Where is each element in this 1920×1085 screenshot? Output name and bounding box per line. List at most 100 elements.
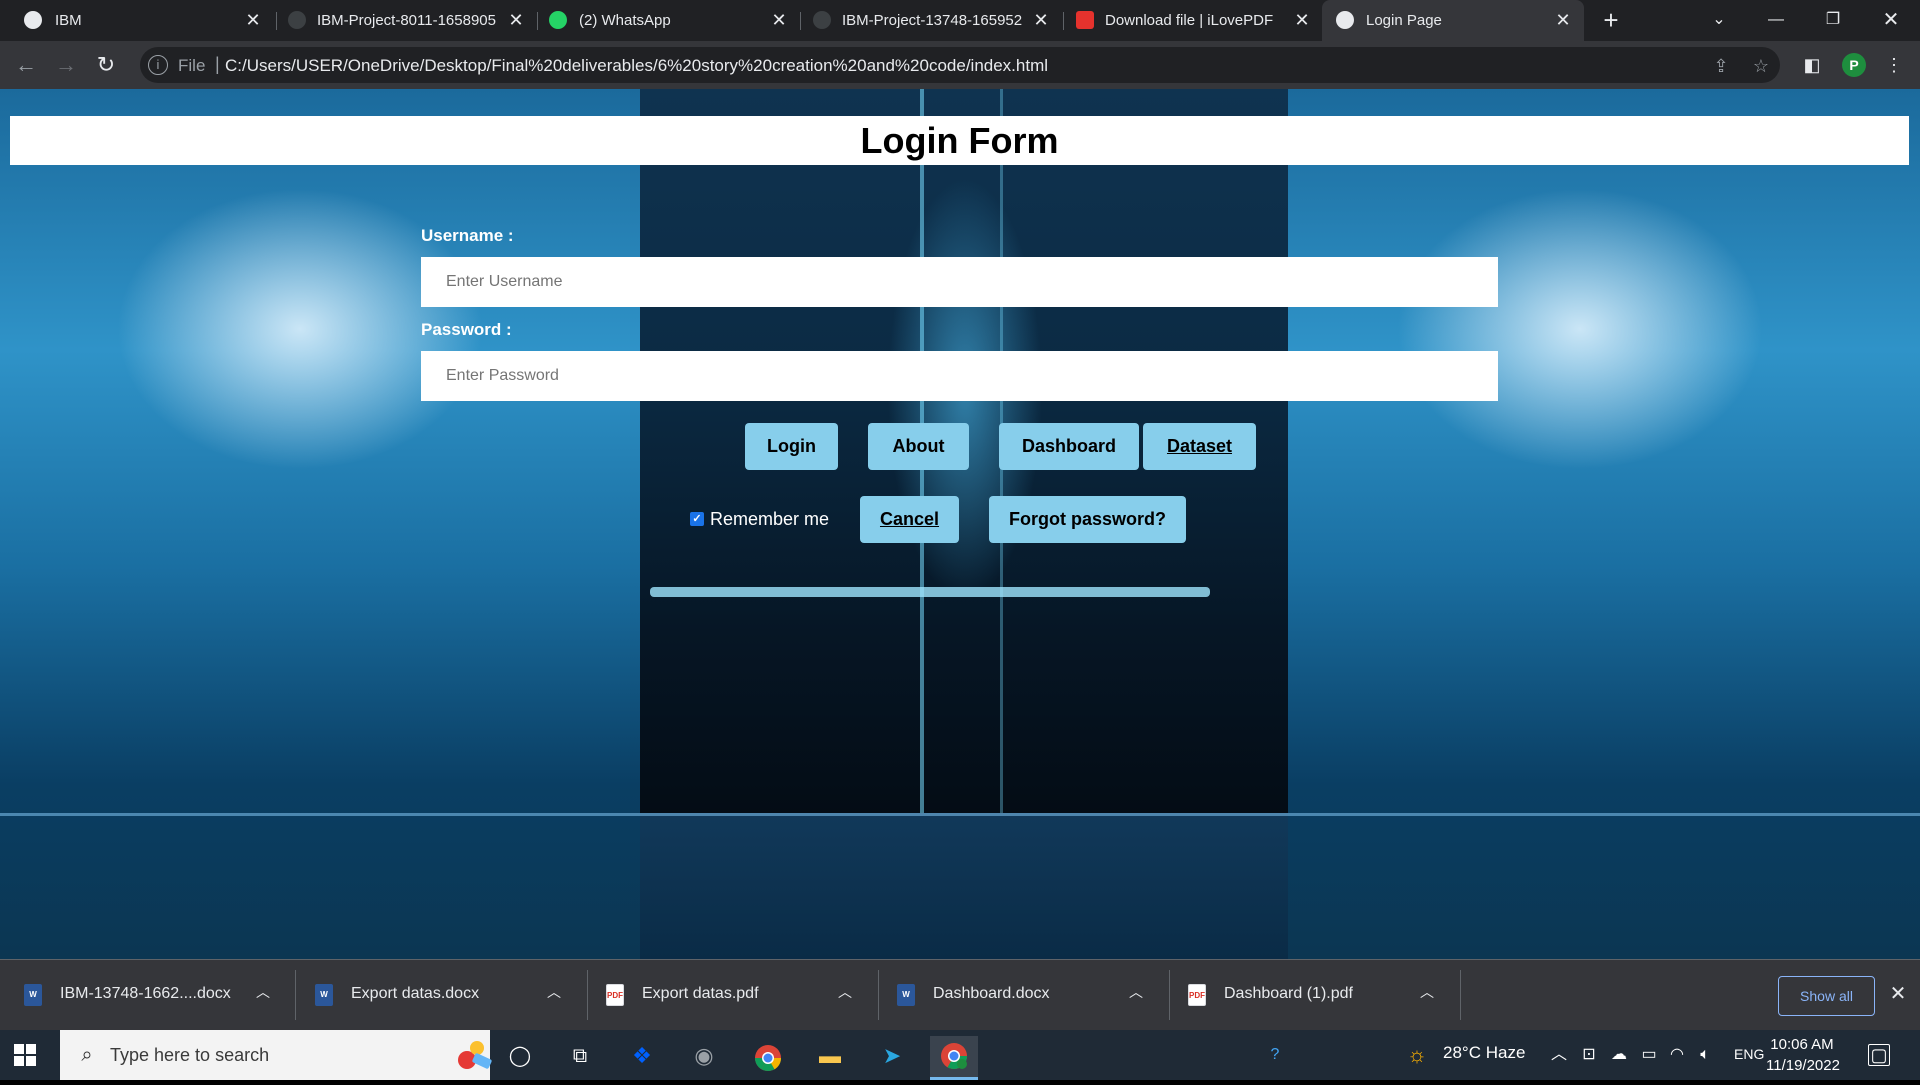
windows-start-icon[interactable] — [14, 1044, 36, 1066]
download-item[interactable]: W IBM-13748-1662....docx ︿ — [0, 960, 290, 1030]
tab-login-page[interactable]: Login Page ✕ — [1322, 0, 1584, 41]
camera-icon[interactable]: ◉ — [680, 1036, 728, 1080]
cancel-button[interactable]: Cancel — [860, 496, 959, 543]
close-icon[interactable]: ✕ — [769, 10, 789, 30]
username-input[interactable] — [421, 257, 1498, 307]
omnibox-divider: | — [215, 54, 220, 74]
battery-icon[interactable]: ▭ — [1638, 1044, 1660, 1066]
dataset-button[interactable]: Dataset — [1143, 423, 1256, 470]
pdf-icon: PDF — [606, 984, 624, 1006]
tab-separator — [537, 12, 538, 30]
profile-avatar[interactable]: P — [1842, 53, 1866, 77]
menu-icon[interactable]: ⋮ — [1882, 53, 1906, 77]
new-tab-button[interactable]: + — [1598, 7, 1624, 34]
bookmark-star-icon[interactable]: ☆ — [1750, 55, 1772, 77]
background-decoration — [0, 813, 1920, 816]
wifi-icon[interactable]: ◠ — [1666, 1044, 1688, 1066]
tab-ilovepdf[interactable]: Download file | iLovePDF ✕ — [1068, 0, 1320, 41]
tab-separator — [276, 12, 277, 30]
tab-search-icon[interactable]: ⌄ — [1699, 6, 1739, 34]
page-viewport: Login Form Username : Password : Login A… — [0, 89, 1920, 959]
chevron-up-icon[interactable]: ︿ — [838, 982, 852, 1002]
download-item[interactable]: PDF Export datas.pdf ︿ — [582, 960, 872, 1030]
reload-icon[interactable]: ↻ — [90, 49, 122, 81]
minimize-button[interactable]: — — [1756, 6, 1796, 34]
chevron-up-icon[interactable]: ︿ — [1548, 1044, 1570, 1066]
background-image-repeat — [640, 813, 1288, 959]
word-doc-icon: W — [897, 984, 915, 1006]
tab-title: Login Page — [1366, 12, 1442, 29]
close-icon[interactable]: ✕ — [243, 10, 263, 30]
close-icon[interactable]: ✕ — [1886, 982, 1910, 1006]
dropbox-icon[interactable]: ❖ — [618, 1036, 666, 1080]
remember-checkbox[interactable]: ✓ — [690, 512, 704, 526]
download-name: IBM-13748-1662....docx — [60, 985, 231, 1002]
weather-haze-icon: ☼ — [1406, 1042, 1428, 1067]
close-icon[interactable]: ✕ — [1292, 10, 1312, 30]
task-view-icon[interactable]: ⧉ — [556, 1036, 604, 1080]
weather-text[interactable]: 28°C Haze — [1443, 1043, 1525, 1063]
forward-icon[interactable]: → — [50, 49, 82, 81]
pdf-icon: PDF — [1188, 984, 1206, 1006]
telegram-icon[interactable]: ➤ — [868, 1036, 916, 1080]
chevron-up-icon[interactable]: ︿ — [547, 982, 561, 1002]
chrome-icon[interactable] — [744, 1036, 792, 1080]
chrome-profile-icon[interactable] — [930, 1036, 978, 1080]
download-shelf: W IBM-13748-1662....docx ︿ W Export data… — [0, 959, 1920, 1030]
language-indicator[interactable]: ENG — [1734, 1046, 1764, 1062]
whatsapp-icon — [549, 11, 567, 29]
remember-me[interactable]: ✓ Remember me — [690, 507, 829, 531]
tab-title: (2) WhatsApp — [579, 12, 671, 29]
download-item[interactable]: W Dashboard.docx ︿ — [873, 960, 1163, 1030]
side-panel-icon[interactable]: ◧ — [1800, 53, 1824, 77]
close-icon[interactable]: ✕ — [506, 10, 526, 30]
tab-separator — [1063, 12, 1064, 30]
share-icon[interactable]: ⇪ — [1710, 55, 1732, 77]
download-name: Dashboard.docx — [933, 985, 1050, 1002]
windows-taskbar: ⌕ Type here to search ◯ ⧉ ❖ ◉ ▬ ➤ ? ☼ 28… — [0, 1030, 1920, 1080]
download-item[interactable]: PDF Dashboard (1).pdf ︿ — [1164, 960, 1454, 1030]
tab-separator — [800, 12, 801, 30]
tab-title: IBM-Project-8011-1658905 — [317, 12, 496, 29]
chevron-up-icon[interactable]: ︿ — [1129, 982, 1143, 1002]
cortana-icon[interactable]: ◯ — [496, 1036, 544, 1080]
url-text[interactable]: C:/Users/USER/OneDrive/Desktop/Final%20d… — [225, 56, 1048, 76]
taskbar-search[interactable]: ⌕ Type here to search — [60, 1030, 492, 1080]
close-icon[interactable]: ✕ — [1553, 10, 1573, 30]
page-title: Login Form — [860, 120, 1059, 161]
clock-time: 10:06 AM — [1770, 1036, 1834, 1053]
info-icon[interactable]: i — [148, 55, 168, 75]
remember-label: Remember me — [710, 508, 830, 529]
about-button[interactable]: About — [868, 423, 969, 470]
github-icon — [288, 11, 306, 29]
dashboard-button[interactable]: Dashboard — [999, 423, 1139, 470]
close-window-button[interactable]: ✕ — [1871, 6, 1911, 34]
onedrive-icon[interactable]: ☁ — [1608, 1044, 1630, 1066]
download-name: Export datas.docx — [351, 985, 480, 1002]
back-icon[interactable]: ← — [10, 49, 42, 81]
tab-ibm-project-8011[interactable]: IBM-Project-8011-1658905 ✕ — [280, 0, 535, 41]
password-input[interactable] — [421, 351, 1498, 401]
chevron-up-icon[interactable]: ︿ — [256, 982, 270, 1002]
login-button[interactable]: Login — [745, 423, 838, 470]
clock[interactable]: 10:06 AM 11/19/2022 — [1766, 1034, 1840, 1076]
tab-ibm-project-13748[interactable]: IBM-Project-13748-165952 ✕ — [805, 0, 1065, 41]
volume-icon[interactable]: 🔈︎ — [1694, 1044, 1716, 1066]
search-icon: ⌕ — [81, 1044, 93, 1066]
address-bar[interactable]: i File | C:/Users/USER/OneDrive/Desktop/… — [140, 47, 1780, 83]
tab-ibm[interactable]: IBM ✕ — [0, 0, 270, 41]
help-icon[interactable]: ? — [1264, 1044, 1286, 1066]
tab-whatsapp[interactable]: (2) WhatsApp ✕ — [540, 0, 800, 41]
close-icon[interactable]: ✕ — [1031, 10, 1051, 30]
file-explorer-icon[interactable]: ▬ — [806, 1036, 854, 1080]
chevron-up-icon[interactable]: ︿ — [1420, 982, 1434, 1002]
forgot-password-button[interactable]: Forgot password? — [989, 496, 1186, 543]
notifications-icon[interactable]: ▢ — [1868, 1044, 1890, 1066]
show-all-button[interactable]: Show all — [1778, 976, 1875, 1016]
download-item[interactable]: W Export datas.docx ︿ — [291, 960, 581, 1030]
tab-title: IBM-Project-13748-165952 — [842, 12, 1022, 29]
clock-date: 11/19/2022 — [1766, 1057, 1840, 1074]
meet-now-icon[interactable]: ⊡ — [1578, 1044, 1600, 1066]
search-highlight-icon — [458, 1041, 492, 1069]
restore-button[interactable]: ❐ — [1813, 6, 1853, 34]
